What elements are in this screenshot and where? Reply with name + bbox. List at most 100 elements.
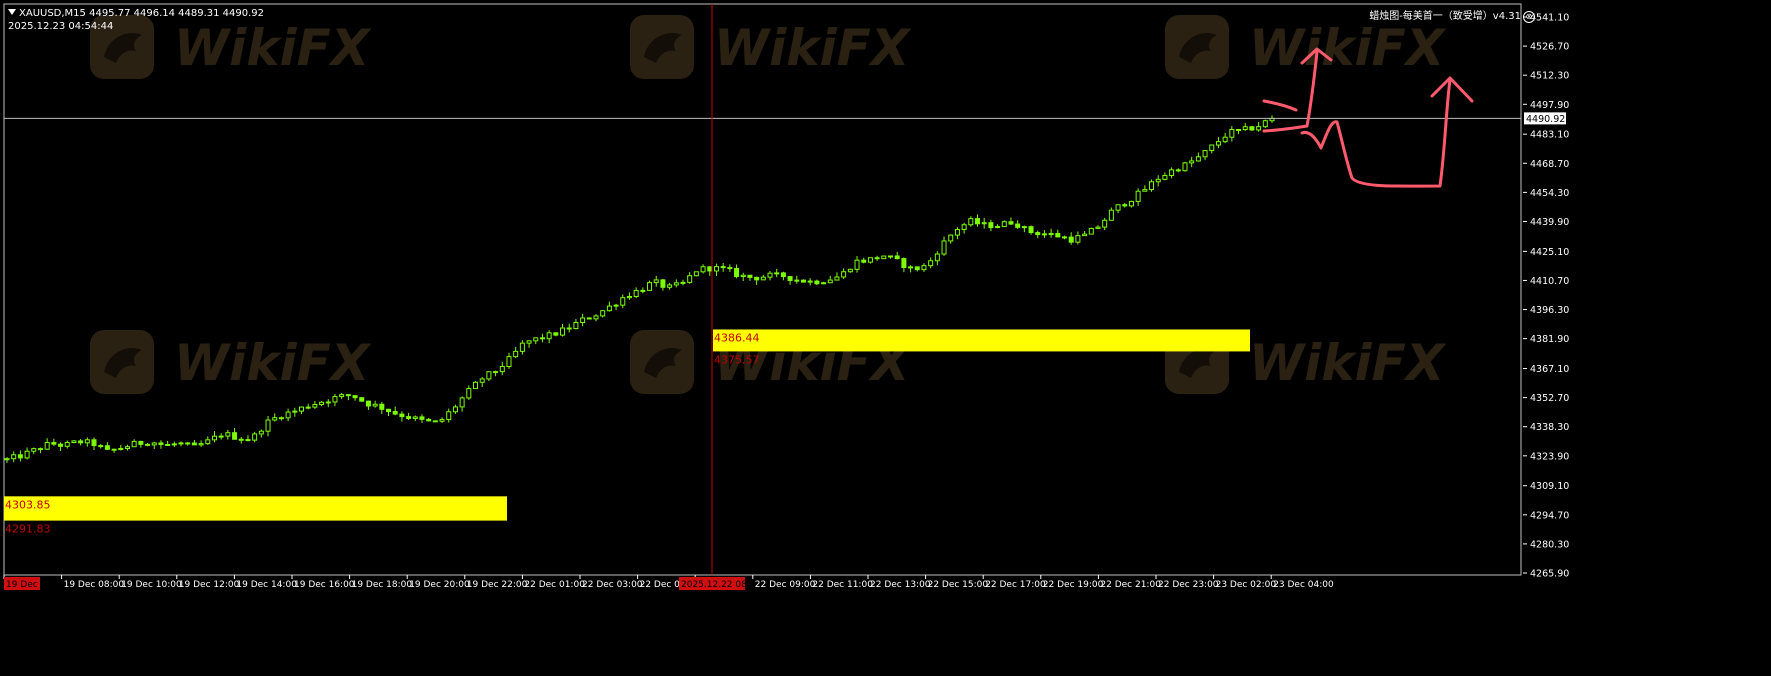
candle-body [238,438,244,441]
candle-body [600,310,606,317]
candle-body [171,443,177,446]
time-tick-label: 19 Dec 08:00 [64,580,125,590]
candle-body [727,267,733,270]
symbol-ohlc-text: XAUUSD,M15 4495.77 4496.14 4489.31 4490.… [19,8,265,19]
candle-body [1262,120,1268,128]
candle [71,440,77,444]
time-tick-label: 19 Dec 10:00 [121,580,182,590]
candle [466,385,472,400]
candle-body [700,266,706,273]
candle [1115,204,1121,214]
candle [573,318,579,330]
candle-body [901,258,907,268]
price-tick-label: 4425.10 [1530,247,1569,258]
time-tick-label: 19 Dec 06:00 [6,580,67,590]
price-tick-label: 4265.90 [1530,569,1569,580]
zone-rect-2[interactable] [713,329,1250,352]
watermark-text: WikiFX [1249,19,1447,77]
candle [526,340,532,348]
candle-body [533,337,539,342]
candle-body [1236,129,1242,132]
candle-body [1149,181,1155,191]
candle-body [861,259,867,263]
candle [1215,137,1221,149]
candle-body [975,218,981,225]
candle [1169,167,1175,179]
candle [258,429,264,438]
candle-body [292,410,298,413]
candle [499,361,505,376]
wikifx-eagle-logo-icon: WikiFX [90,330,372,394]
candle-body [780,272,786,278]
time-tick-label: 19 Dec 18:00 [352,580,413,590]
candle [104,442,110,450]
candle-body [432,420,438,423]
chart-window[interactable]: WikiFX WikiFX WikiFX WikiFX WikiFX WikiFX 4303… [0,0,1771,672]
candle-body [473,381,479,390]
zone-rect-1[interactable] [4,496,507,521]
candle-body [158,442,164,445]
candle [78,439,84,446]
price-tick-label: 4512.30 [1530,71,1569,82]
time-tick-label: 22 Dec 11:00 [812,580,873,590]
candle [680,279,686,286]
candle [513,346,519,359]
candle [814,279,820,286]
candle [1008,217,1014,225]
candle-body [252,433,258,441]
candle [1035,230,1041,239]
candle-body [131,440,137,448]
candle-body [1182,162,1188,172]
time-tick-label: 19 Dec 16:00 [294,580,355,590]
candle [178,441,184,447]
candle-body [185,442,191,445]
candle [566,323,572,333]
candlestick-chart[interactable]: WikiFX WikiFX WikiFXWikiFX WikiFX WikiFX4303… [0,0,1771,672]
candle-body [687,275,693,283]
candle [365,400,371,410]
candle-body [653,279,659,284]
candle-body [178,442,184,445]
candle [908,265,914,273]
candle [593,314,599,322]
time-axis: 19 Dec 06:0019 Dec 08:0019 Dec 10:00 19 D… [3,575,1334,590]
candle-body [800,279,806,283]
candle [1209,144,1215,154]
candle [887,255,893,259]
candle-body [1256,126,1262,131]
price-tick-label: 4323.90 [1530,451,1569,462]
candle-body [278,417,284,420]
candle-body [847,268,853,273]
candle-body [1128,200,1134,207]
candle-body [345,394,351,397]
triangle-down-icon[interactable] [8,9,16,15]
candle [1249,125,1255,131]
candle [620,294,626,309]
candle-body [713,266,719,272]
candle [693,271,699,277]
candle-body [285,411,291,419]
candle-body [399,413,405,418]
candle-body [1001,221,1007,228]
candle [278,416,284,421]
candle-body [138,440,144,445]
candle-body [1048,232,1054,235]
candle [774,268,780,278]
candle [171,441,177,448]
candle [1155,175,1161,187]
candle-body [305,406,311,409]
circle-badge-icon[interactable]: ⊗ [1523,11,1535,23]
candles [4,115,1275,463]
candle-body [620,297,626,306]
server-datetime: 2025.12.23 04:54:44 [8,21,114,32]
candle [1135,188,1141,206]
candle [399,411,405,422]
candle-body [767,272,773,278]
candle [1102,217,1108,231]
candle [1028,225,1034,235]
candle [17,450,23,462]
candle [272,413,278,422]
candle-body [298,406,304,412]
candle-body [1015,223,1021,228]
candle [841,268,847,280]
